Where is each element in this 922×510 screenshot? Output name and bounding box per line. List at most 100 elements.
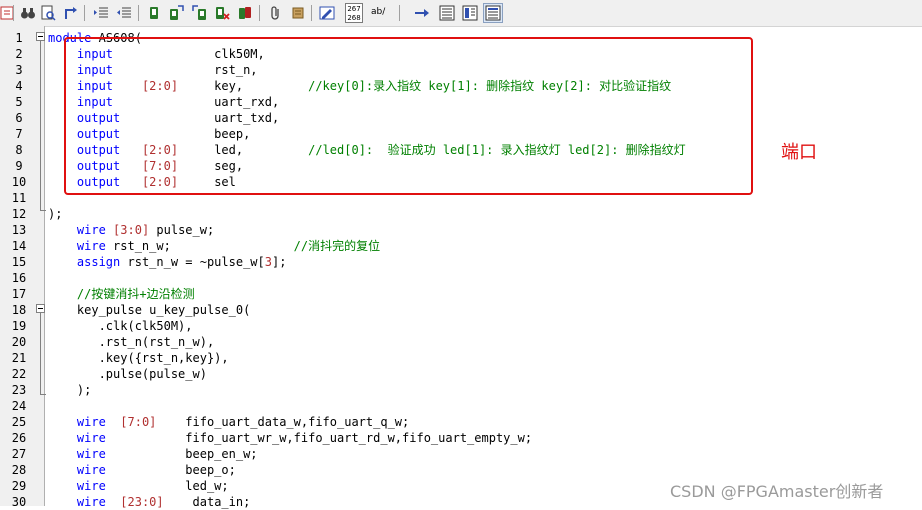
- code-keyword: input: [76, 63, 114, 77]
- port-annotation-label: 端口: [781, 142, 817, 163]
- code-line: output beep,: [48, 126, 250, 142]
- unindent-icon[interactable]: [116, 5, 132, 21]
- bookmark-prev-icon[interactable]: [192, 5, 208, 21]
- code-keyword: output: [76, 127, 121, 141]
- line-number: 13: [11, 223, 27, 237]
- code-text: AS608(: [91, 31, 142, 45]
- arrow-icon[interactable]: [414, 5, 430, 21]
- code-number: [2:0]: [141, 143, 179, 157]
- bookmark-icon[interactable]: [146, 5, 162, 21]
- code-line: output [2:0] led, //led[0]: 验证成功 led[1]:…: [48, 142, 686, 158]
- bookmark-all-icon[interactable]: [237, 5, 253, 21]
- code-line: assign rst_n_w = ~pulse_w[3];: [48, 254, 287, 270]
- column-icon[interactable]: [439, 5, 455, 21]
- bookmark-next-icon[interactable]: [168, 5, 184, 21]
- replace-icon[interactable]: [63, 5, 79, 21]
- line-number-gutter: 1 2 3 4 5 6 7 8 9 10 11 12 13 14 15 16 17 18 19 20 21 22 23 24 2…: [0, 26, 46, 509]
- code-number: [23:0]: [120, 495, 164, 509]
- fold-toggle-instance[interactable]: [36, 304, 45, 313]
- line-number: 22: [11, 367, 27, 381]
- code-text: clk50M,: [113, 47, 265, 61]
- line-number: 5: [15, 95, 23, 109]
- code-line: wire beep_o;: [48, 462, 236, 478]
- code-keyword: wire: [76, 463, 106, 477]
- line-counter-top: 267: [347, 5, 361, 13]
- line-number: 29: [11, 479, 27, 493]
- code-line: //按键消抖+边沿检测: [48, 286, 195, 302]
- code-text: rst_n,: [113, 63, 258, 77]
- code-text: seg,: [178, 159, 244, 173]
- line-number: 23: [11, 383, 27, 397]
- line-number: 4: [15, 79, 23, 93]
- code-line: wire led_w;: [48, 478, 229, 494]
- code-keyword: input: [76, 47, 114, 61]
- binoculars-icon[interactable]: [20, 5, 36, 21]
- find-in-files-icon[interactable]: [40, 5, 56, 21]
- code-text: key,: [178, 79, 309, 93]
- template-icon[interactable]: [319, 5, 335, 21]
- line-number: 11: [11, 191, 27, 205]
- line-number: 16: [11, 271, 27, 285]
- column-select-icon[interactable]: [462, 5, 478, 21]
- fold-toggle-module[interactable]: [36, 32, 45, 41]
- code-keyword: module: [48, 31, 92, 45]
- line-number: 20: [11, 335, 27, 349]
- code-number: [7:0]: [141, 159, 179, 173]
- code-text: beep_en_w;: [105, 447, 258, 461]
- code-comment: //按键消抖+边沿检测: [76, 287, 195, 301]
- code-line: );: [48, 382, 91, 398]
- code-text: .pulse(pulse_w): [48, 367, 207, 381]
- code-text: );: [48, 207, 63, 221]
- code-line: output [7:0] seg,: [48, 158, 243, 174]
- code-text: fifo_uart_data_w,fifo_uart_q_w;: [156, 415, 410, 429]
- watermark: CSDN @FPGAmaster创新者: [670, 482, 884, 501]
- code-keyword: wire: [76, 415, 106, 429]
- line-number: 15: [11, 255, 27, 269]
- code-text: data_in;: [163, 495, 251, 509]
- code-text: led_w;: [105, 479, 229, 493]
- attach-icon[interactable]: [268, 5, 284, 21]
- line-number: 18: [11, 303, 27, 317]
- code-keyword: input: [76, 95, 114, 109]
- line-numbers-icon[interactable]: 267 268: [345, 3, 363, 23]
- script-icon[interactable]: [290, 5, 306, 21]
- line-number: 9: [15, 159, 23, 173]
- toolbar-separator: [399, 5, 400, 21]
- line-number: 17: [11, 287, 27, 301]
- code-keyword: wire: [76, 223, 106, 237]
- fold-guide-instance: [40, 313, 41, 394]
- code-number: 3: [264, 255, 272, 269]
- layout-icon[interactable]: [485, 5, 501, 21]
- indent-icon[interactable]: [93, 5, 109, 21]
- spell-icon[interactable]: ab/: [371, 7, 385, 17]
- code-line: wire rst_n_w; //消抖完的复位: [48, 238, 380, 254]
- line-number: 3: [15, 63, 23, 77]
- toolbar-separator: [138, 5, 139, 21]
- code-number: [7:0]: [120, 415, 157, 429]
- code-comment: //key[0]:录入指纹 key[1]: 删除指纹 key[2]: 对比验证指…: [308, 79, 672, 93]
- line-number: 12: [11, 207, 27, 221]
- line-number: 6: [15, 111, 23, 125]
- code-text: .key({rst_n,key}),: [48, 351, 229, 365]
- code-text: uart_txd,: [120, 111, 280, 125]
- line-number: 24: [11, 399, 27, 413]
- code-line: input [2:0] key, //key[0]:录入指纹 key[1]: 删…: [48, 78, 671, 94]
- bookmark-clear-icon[interactable]: [214, 5, 230, 21]
